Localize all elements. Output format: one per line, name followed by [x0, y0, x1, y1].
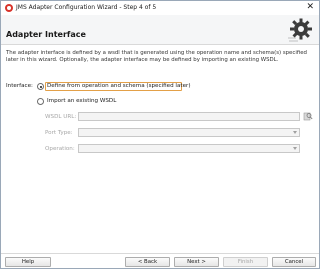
help-button[interactable]: Help — [5, 257, 51, 267]
gear-icon — [286, 16, 314, 44]
window-title: JMS Adapter Configuration Wizard - Step … — [16, 4, 157, 11]
oracle-app-icon — [5, 4, 13, 12]
port-type-select[interactable] — [78, 128, 300, 137]
page-header: Adapter Interface — [1, 15, 319, 45]
description-text: The adapter interface is defined by a ws… — [6, 50, 307, 64]
finish-button[interactable]: Finish — [223, 257, 268, 267]
wsdl-url-field[interactable] — [78, 112, 300, 121]
cancel-button[interactable]: Cancel — [272, 257, 316, 267]
interface-label: Interface: — [6, 83, 33, 89]
next-button[interactable]: Next > — [174, 257, 219, 267]
back-button[interactable]: < Back — [125, 257, 170, 267]
close-icon[interactable]: ✕ — [306, 2, 314, 13]
chevron-down-icon — [293, 131, 297, 134]
wizard-window: JMS Adapter Configuration Wizard - Step … — [0, 0, 320, 269]
port-type-label: Port Type: — [45, 130, 73, 136]
chevron-down-icon — [293, 147, 297, 150]
define-from-operation-label[interactable]: Define from operation and schema (specif… — [47, 83, 191, 89]
wsdl-url-label: WSDL URL: — [45, 114, 77, 120]
footer-divider — [1, 253, 319, 254]
browse-icon[interactable] — [303, 111, 313, 121]
import-wsdl-label[interactable]: Import an existing WSDL — [47, 98, 116, 104]
import-wsdl-radio[interactable] — [37, 98, 44, 105]
define-from-operation-radio[interactable] — [37, 83, 44, 90]
page-title: Adapter Interface — [6, 30, 86, 39]
operation-label: Operation: — [45, 146, 75, 152]
title-bar[interactable]: JMS Adapter Configuration Wizard - Step … — [1, 1, 319, 15]
operation-select[interactable] — [78, 144, 300, 153]
